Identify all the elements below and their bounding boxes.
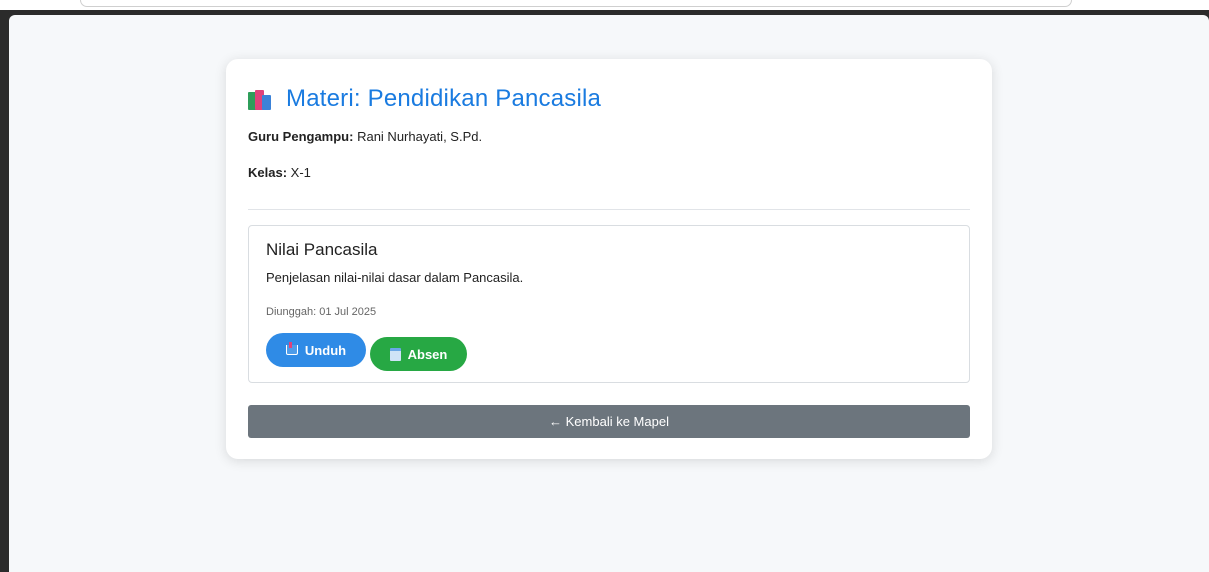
- material-title: Nilai Pancasila: [266, 240, 378, 259]
- class-value: X-1: [290, 165, 311, 180]
- download-label: Unduh: [304, 342, 347, 358]
- page-viewport: Materi: Pendidikan Pancasila Guru Pengam…: [9, 15, 1209, 572]
- teacher-value: Rani Nurhayati, S.Pd.: [357, 129, 483, 144]
- window-frame: Materi: Pendidikan Pancasila Guru Pengam…: [0, 10, 1209, 572]
- attendance-label: Absen: [407, 346, 448, 362]
- class-info: Kelas: X-1: [248, 165, 311, 180]
- address-bar[interactable]: [80, 0, 1072, 7]
- browser-top-strip: [0, 0, 1209, 10]
- class-label: Kelas:: [248, 165, 288, 180]
- download-button[interactable]: Unduh: [266, 333, 366, 367]
- material-item: Nilai Pancasila Penjelasan nilai-nilai d…: [248, 225, 970, 383]
- teacher-label: Guru Pengampu:: [248, 129, 354, 144]
- page-title: Materi: Pendidikan Pancasila: [286, 85, 602, 112]
- attendance-button[interactable]: Absen: [370, 337, 467, 371]
- title-row: Materi: Pendidikan Pancasila: [248, 85, 601, 113]
- back-to-subject-button[interactable]: ← Kembali ke Mapel: [248, 405, 970, 438]
- divider: [248, 209, 970, 210]
- teacher-info: Guru Pengampu: Rani Nurhayati, S.Pd.: [248, 129, 482, 144]
- upload-date: Diunggah: 01 Jul 2025: [266, 306, 377, 318]
- material-card: Materi: Pendidikan Pancasila Guru Pengam…: [226, 59, 992, 459]
- books-icon: [248, 88, 274, 110]
- calendar-icon: [389, 347, 401, 361]
- material-description: Penjelasan nilai-nilai dasar dalam Panca…: [266, 270, 524, 285]
- download-tray-icon: [285, 342, 298, 355]
